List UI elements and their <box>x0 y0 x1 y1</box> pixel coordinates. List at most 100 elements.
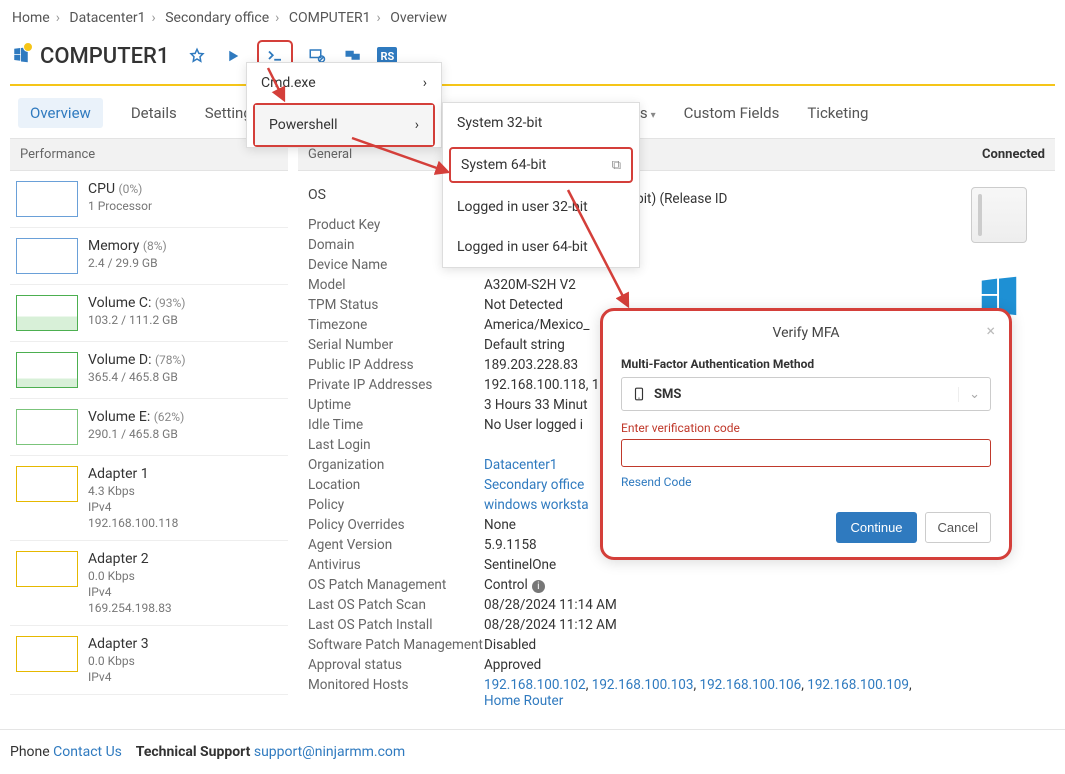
general-value: A320M-S2H V2 <box>484 277 949 293</box>
perf-sub: 4.3 Kbps <box>88 484 178 498</box>
general-value: 08/28/2024 11:12 AM <box>484 617 949 633</box>
windows-icon <box>12 45 30 67</box>
sparkline-icon <box>16 181 78 217</box>
info-icon[interactable]: i <box>532 580 545 593</box>
link[interactable]: 192.168.100.109 <box>807 677 909 693</box>
annotation-arrow-icon <box>562 186 642 316</box>
perf-item[interactable]: Volume C: (93%)103.2 / 111.2 GB <box>10 285 288 342</box>
general-label: Approval status <box>308 657 484 673</box>
perf-item[interactable]: Volume D: (78%)365.4 / 465.8 GB <box>10 342 288 399</box>
support-label: Technical Support <box>136 744 251 760</box>
verify-mfa-dialog: × Verify MFA Multi-Factor Authentication… <box>600 308 1012 560</box>
general-value: 192.168.100.102, 192.168.100.103, 192.16… <box>484 677 949 709</box>
link[interactable]: Datacenter1 <box>484 457 557 473</box>
general-label: Software Patch Management <box>308 637 484 653</box>
general-label: Uptime <box>308 397 484 413</box>
perf-sub: 365.4 / 465.8 GB <box>88 370 186 384</box>
general-label: Timezone <box>308 317 484 333</box>
sparkline-icon <box>16 551 78 587</box>
play-icon[interactable] <box>221 44 245 68</box>
general-row: Last OS Patch Install08/28/2024 11:12 AM <box>308 615 949 635</box>
support-email-link[interactable]: support@ninjarmm.com <box>254 744 405 760</box>
general-row: Software Patch ManagementDisabled <box>308 635 949 655</box>
general-header: General <box>308 147 352 162</box>
general-label: Policy Overrides <box>308 517 484 533</box>
sparkline-icon <box>16 636 78 672</box>
chevron-down-icon: ⌄ <box>958 387 980 402</box>
perf-item[interactable]: Adapter 1 4.3 Kbps IPv4 192.168.100.118 <box>10 456 288 541</box>
sparkline-icon <box>16 409 78 445</box>
perf-item[interactable]: Memory (8%) 2.4 / 29.9 GB <box>10 228 288 285</box>
general-label: Last OS Patch Scan <box>308 597 484 613</box>
perf-sub: 2.4 / 29.9 GB <box>88 256 167 270</box>
general-label: Organization <box>308 457 484 473</box>
crumb-dc[interactable]: Datacenter1 <box>69 10 145 26</box>
general-label: TPM Status <box>308 297 484 313</box>
perf-sub: IPv4 <box>88 500 178 514</box>
tab-ticketing[interactable]: Ticketing <box>807 104 868 122</box>
perf-title: Memory (8%) <box>88 238 167 254</box>
perf-item[interactable]: CPU (0%)1 Processor <box>10 171 288 228</box>
link[interactable]: 192.168.100.102 <box>484 677 586 693</box>
tab-details[interactable]: Details <box>131 104 177 122</box>
perf-sub: 169.254.198.83 <box>88 601 172 615</box>
cancel-button[interactable]: Cancel <box>925 512 991 543</box>
mfa-method-select[interactable]: SMS ⌄ <box>621 377 991 411</box>
perf-sub: 192.168.100.118 <box>88 516 178 530</box>
phone-icon <box>632 386 646 402</box>
link[interactable]: 192.168.100.103 <box>592 677 694 693</box>
crumb-home[interactable]: Home <box>12 10 50 26</box>
general-label: OS Patch Management <box>308 577 484 593</box>
favorite-star-icon[interactable] <box>185 44 209 68</box>
tab-overview[interactable]: Overview <box>18 98 103 128</box>
mfa-error-text: Enter verification code <box>621 421 991 435</box>
crumb-loc[interactable]: Secondary office <box>165 10 269 26</box>
connection-status: Connected <box>982 147 1045 162</box>
chevron-right-icon: › <box>423 75 427 91</box>
menu-item-sys64[interactable]: System 64-bit ⧉ <box>451 149 631 181</box>
general-label: Serial Number <box>308 337 484 353</box>
link[interactable]: 192.168.100.106 <box>700 677 802 693</box>
general-label: Last Login <box>308 437 484 453</box>
menu-item-sys32[interactable]: System 32-bit <box>443 103 639 143</box>
general-row: Monitored Hosts192.168.100.102, 192.168.… <box>308 675 949 711</box>
annotation-arrow-icon <box>348 132 458 182</box>
perf-title: Adapter 1 <box>88 466 178 482</box>
perf-sub: 0.0 Kbps <box>88 654 149 668</box>
perf-item[interactable]: Volume E: (62%)290.1 / 465.8 GB <box>10 399 288 456</box>
contact-us-link[interactable]: Contact Us <box>53 744 122 760</box>
perf-sub: 290.1 / 465.8 GB <box>88 427 184 441</box>
tab-custom-fields[interactable]: Custom Fields <box>684 104 780 122</box>
verification-code-input[interactable] <box>621 439 991 467</box>
perf-item[interactable]: Adapter 2 0.0 KbpsIPv4169.254.198.83 <box>10 541 288 626</box>
general-value: Approved <box>484 657 949 673</box>
general-row: Last OS Patch Scan08/28/2024 11:14 AM <box>308 595 949 615</box>
link[interactable]: Home Router <box>484 693 563 709</box>
link[interactable]: windows worksta <box>484 497 589 513</box>
continue-button[interactable]: Continue <box>836 512 916 543</box>
perf-sub: 0.0 Kbps <box>88 569 172 583</box>
annotation-arrow-icon <box>262 66 292 106</box>
crumb-computer[interactable]: COMPUTER1 <box>289 10 371 26</box>
perf-sub: IPv4 <box>88 670 149 684</box>
mfa-title: Verify MFA <box>621 325 991 341</box>
sparkline-icon <box>16 238 78 274</box>
general-row: Approval statusApproved <box>308 655 949 675</box>
sparkline-icon <box>16 295 78 331</box>
perf-title: Adapter 3 <box>88 636 149 652</box>
popout-icon[interactable]: ⧉ <box>612 158 621 173</box>
general-label: Private IP Addresses <box>308 377 484 393</box>
sparkline-icon <box>16 466 78 502</box>
footer: Phone Contact Us Technical Support suppo… <box>0 729 1065 774</box>
general-value: Disabled <box>484 637 949 653</box>
server-image-icon <box>971 187 1027 243</box>
perf-title: Adapter 2 <box>88 551 172 567</box>
general-label: Antivirus <box>308 557 484 573</box>
sparkline-icon <box>16 352 78 388</box>
resend-code-link[interactable]: Resend Code <box>621 475 691 489</box>
link[interactable]: Secondary office <box>484 477 584 493</box>
close-icon[interactable]: × <box>986 321 995 340</box>
general-label: Idle Time <box>308 417 484 433</box>
perf-item[interactable]: Adapter 3 0.0 Kbps IPv4 <box>10 626 288 695</box>
chevron-down-icon: ▾ <box>651 110 656 121</box>
